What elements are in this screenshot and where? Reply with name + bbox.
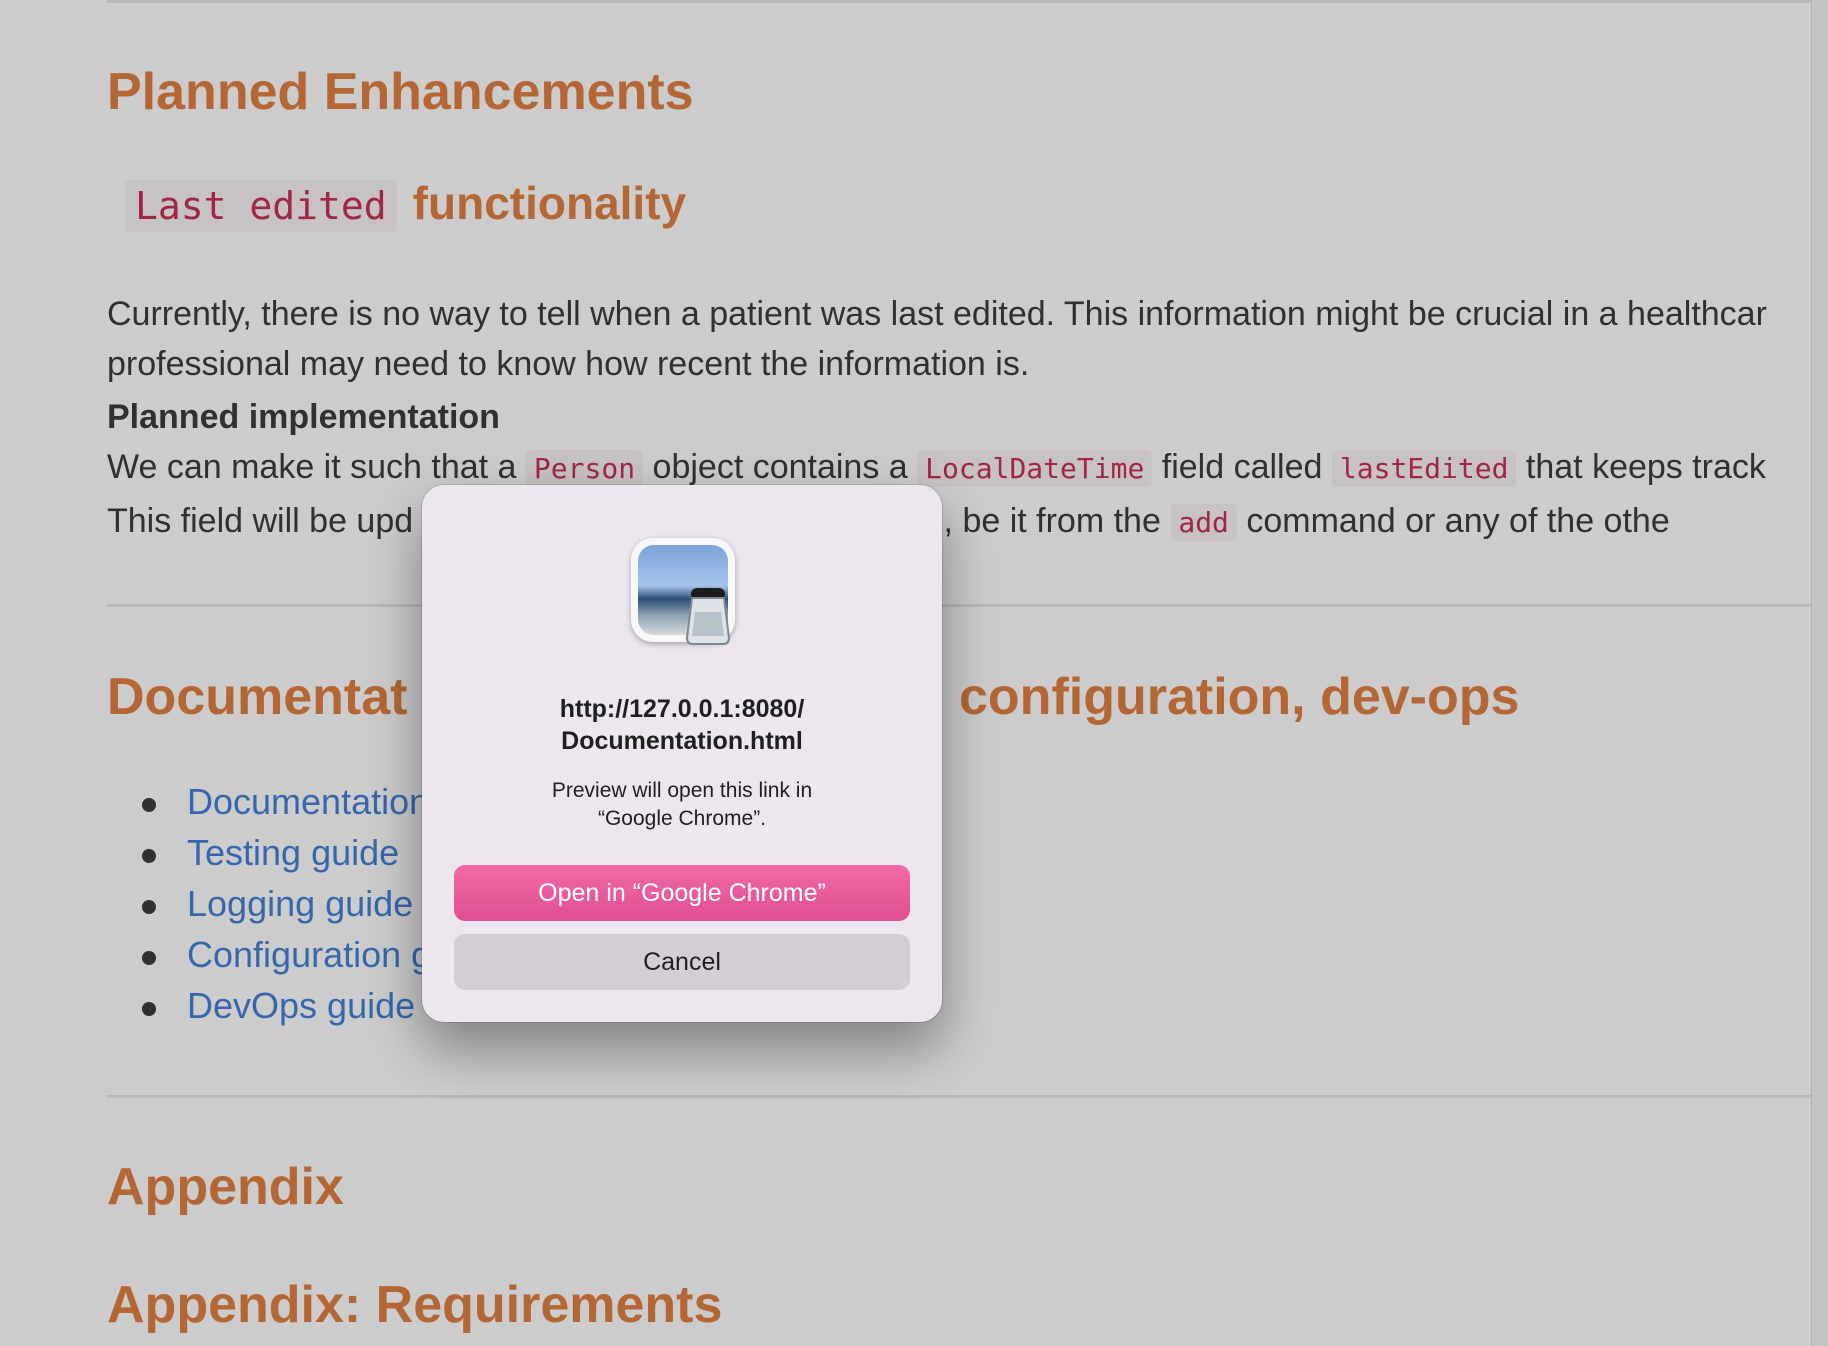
dialog-message-line1: Preview will open this link in xyxy=(551,779,813,802)
loupe-icon xyxy=(685,588,731,645)
open-in-chrome-button[interactable]: Open in “Google Chrome” xyxy=(454,865,910,921)
dialog-message-line2: “Google Chrome”. xyxy=(597,807,767,830)
dialog-url-line1: http://127.0.0.1:8080/ xyxy=(559,695,805,723)
dialog-title: http://127.0.0.1:8080/ Documentation.htm… xyxy=(422,693,942,757)
preview-app-icon xyxy=(631,538,735,646)
dialog-url-line2: Documentation.html xyxy=(561,727,803,755)
dialog-message: Preview will open this link in “Google C… xyxy=(422,777,942,833)
cancel-button[interactable]: Cancel xyxy=(454,934,910,990)
open-link-dialog: http://127.0.0.1:8080/ Documentation.htm… xyxy=(422,485,942,1022)
